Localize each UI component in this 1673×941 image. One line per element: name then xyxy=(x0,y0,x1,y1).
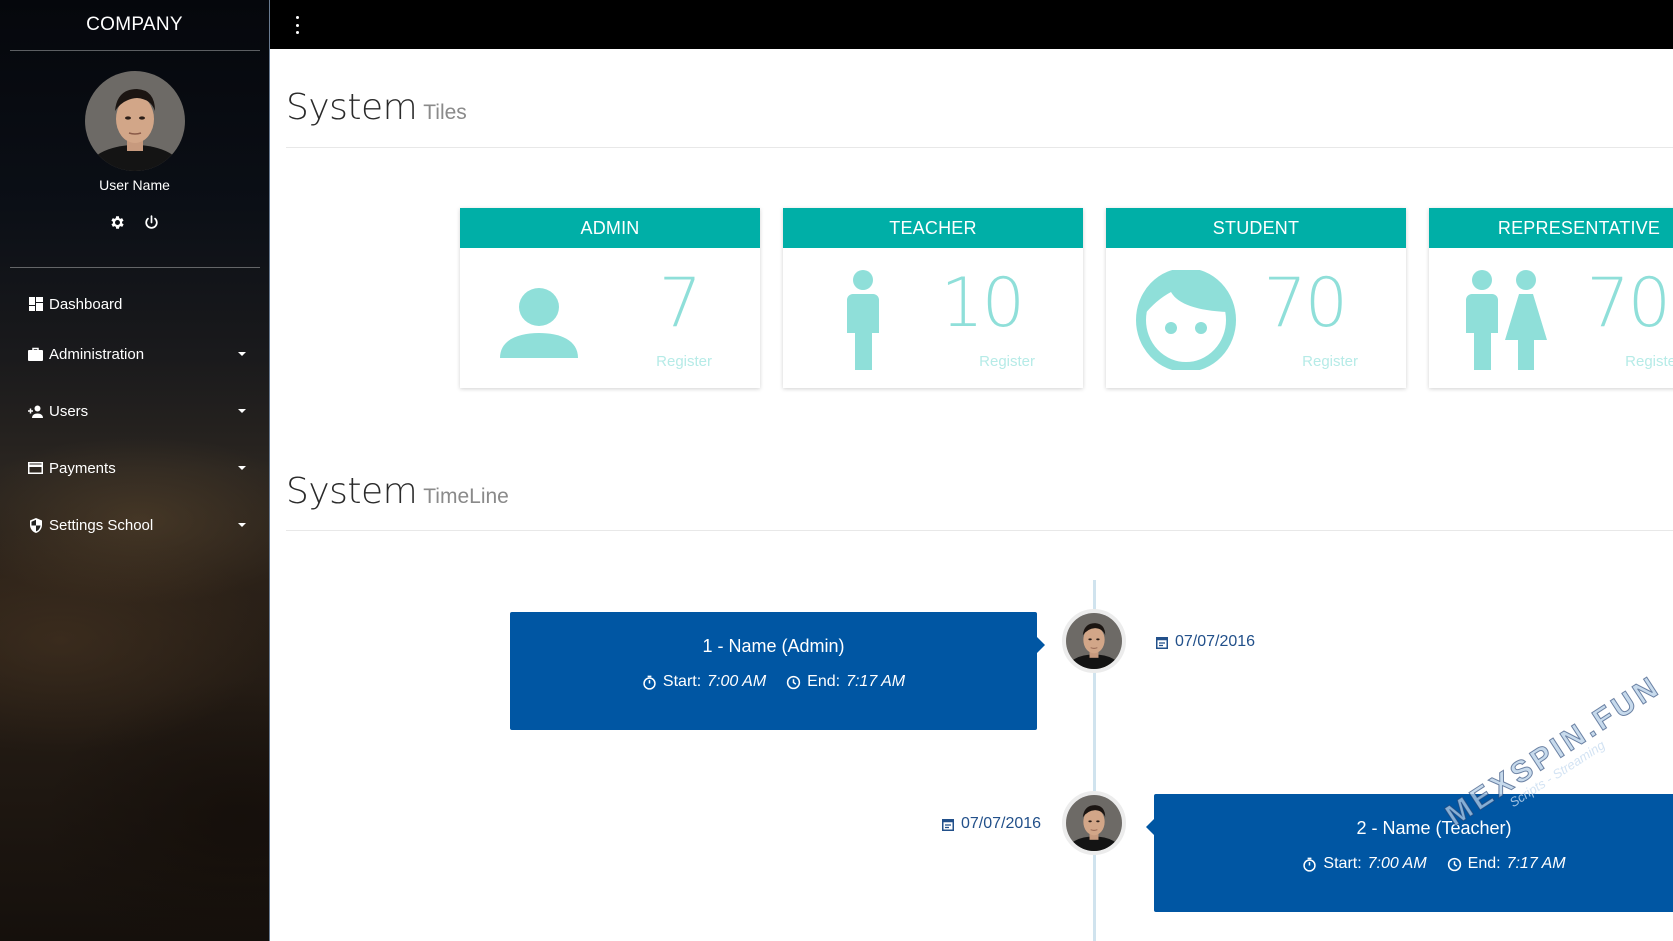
tile-header: REPRESENTATIVE xyxy=(1429,208,1673,248)
tile-caption: Register xyxy=(656,353,712,370)
standing-person-icon xyxy=(813,270,913,370)
timeline-avatar[interactable] xyxy=(1062,609,1126,673)
timeline-title: 2 - Name (Teacher) xyxy=(1356,818,1512,838)
sidebar-item-label: Settings School xyxy=(49,516,154,534)
tile-caption: Register xyxy=(1625,353,1673,370)
credit-card-icon xyxy=(28,461,43,476)
section-divider xyxy=(286,530,1673,531)
person-add-icon xyxy=(28,404,43,419)
sidebar-item-payments[interactable]: Payments xyxy=(0,454,269,482)
chevron-down-icon xyxy=(238,523,246,527)
sidebar-item-label: Administration xyxy=(49,345,145,363)
tile-header: TEACHER xyxy=(783,208,1083,248)
tile-caption: Register xyxy=(979,353,1035,370)
end-time: End: 7:17 AM xyxy=(1447,855,1566,873)
clock-icon xyxy=(786,675,801,689)
tiles-section-title: System Tiles xyxy=(286,87,467,128)
sidebar-divider xyxy=(10,267,260,268)
chevron-down-icon xyxy=(238,352,246,356)
sidebar-item-users[interactable]: Users xyxy=(0,397,269,425)
person-icon xyxy=(490,270,590,370)
tile-count: 70 xyxy=(1586,264,1671,343)
timeline-date: 07/07/2016 xyxy=(942,815,1041,833)
timer-icon xyxy=(1303,857,1317,872)
top-bar xyxy=(270,0,1673,49)
card-pointer xyxy=(1146,819,1154,835)
timeline-card[interactable]: 1 - Name (Admin) Start: 7:00 AM End: 7:17 … xyxy=(510,612,1045,730)
sidebar-item-administration[interactable]: Administration xyxy=(0,340,269,368)
chevron-down-icon xyxy=(238,409,246,413)
sidebar-item-label: Payments xyxy=(49,459,116,477)
timeline-date: 07/07/2016 xyxy=(1156,633,1255,651)
card-pointer xyxy=(1037,637,1045,653)
timeline-section-title: System TimeLine xyxy=(286,471,509,512)
sidebar-item-settings-school[interactable]: Settings School xyxy=(0,511,269,539)
sidebar-item-label: Users xyxy=(49,402,89,420)
timeline-avatar[interactable] xyxy=(1062,791,1126,855)
sidebar-item-dashboard[interactable]: Dashboard xyxy=(0,290,269,318)
tile-count: 70 xyxy=(1263,264,1348,343)
clock-icon xyxy=(1447,857,1461,871)
calendar-icon xyxy=(942,818,954,831)
timer-icon xyxy=(643,675,656,690)
sidebar: COMPANY User Name Dashboard Administrati… xyxy=(0,0,269,941)
timeline-title: 1 - Name (Admin) xyxy=(702,636,845,656)
sidebar-item-label: Dashboard xyxy=(49,295,123,313)
tile-representative[interactable]: REPRESENTATIVE 70 Register xyxy=(1429,208,1673,388)
start-time: Start: 7:00 AM xyxy=(1302,855,1427,873)
more-vert-icon[interactable] xyxy=(292,16,302,34)
man-woman-icon xyxy=(1459,270,1559,370)
tile-teacher[interactable]: TEACHER 10 Register xyxy=(783,208,1083,388)
timeline-card[interactable]: 2 - Name (Teacher) Start: 7:00 AM End: 7:1… xyxy=(1146,794,1673,912)
tile-count: 10 xyxy=(940,264,1025,343)
chevron-down-icon xyxy=(238,466,246,470)
avatar[interactable] xyxy=(85,71,185,171)
tile-student[interactable]: STUDENT 70 Register xyxy=(1106,208,1406,388)
tile-caption: Register xyxy=(1302,353,1358,370)
user-profile: User Name xyxy=(0,51,269,267)
start-time: Start: 7:00 AM xyxy=(642,673,766,691)
sidebar-menu: Dashboard Administration Users Payments xyxy=(0,290,269,539)
security-shield-icon xyxy=(28,517,43,533)
brand-title: COMPANY xyxy=(86,14,183,35)
tile-count: 7 xyxy=(658,264,702,343)
calendar-icon xyxy=(1156,636,1168,649)
settings-gear-icon[interactable] xyxy=(109,213,127,231)
section-divider xyxy=(286,147,1673,148)
tile-header: STUDENT xyxy=(1106,208,1406,248)
tiles-row: ADMIN 7 Register TEACHER 10 Register STU… xyxy=(460,208,1673,388)
power-icon[interactable] xyxy=(143,213,161,231)
tile-header: ADMIN xyxy=(460,208,760,248)
child-face-icon xyxy=(1136,270,1236,370)
briefcase-icon xyxy=(28,347,43,362)
end-time: End: 7:17 AM xyxy=(786,673,905,691)
user-name: User Name xyxy=(99,177,170,193)
main-content: System Tiles ADMIN 7 Register TEACHER 10 … xyxy=(270,49,1673,941)
tile-admin[interactable]: ADMIN 7 Register xyxy=(460,208,760,388)
dashboard-icon xyxy=(28,297,43,312)
